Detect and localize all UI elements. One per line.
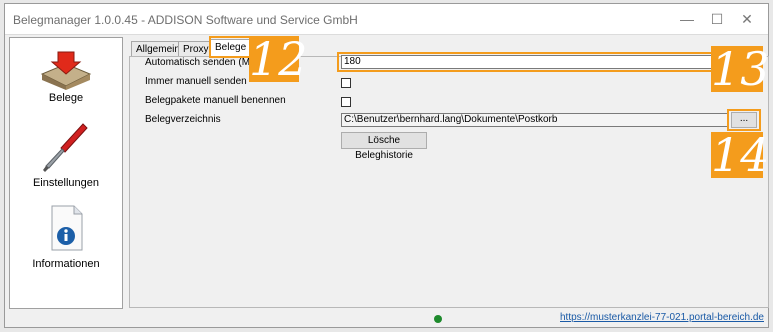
inbox-tray-icon [40, 51, 92, 90]
manual-send-label: Immer manuell senden [145, 76, 247, 87]
tab-allgemein[interactable]: Allgemein [131, 41, 185, 56]
portal-link[interactable]: https://musterkanzlei-77-021.portal-bere… [560, 312, 764, 323]
app-window: Belegmanager 1.0.0.45 - ADDISON Software… [4, 3, 770, 328]
close-button[interactable]: ✕ [732, 8, 762, 30]
sidebar-item-informationen[interactable] [10, 204, 122, 260]
maximize-button[interactable]: ☐ [702, 8, 732, 30]
callout-12: 12 [249, 32, 308, 86]
directory-label: Belegverzeichnis [145, 114, 221, 125]
rename-checkbox[interactable] [341, 97, 351, 107]
callout-12-highlight [209, 36, 251, 58]
connection-status-icon [434, 315, 442, 323]
callout-13-highlight [337, 52, 761, 72]
callout-14: 14 [711, 128, 770, 182]
sidebar: Belege Einstellungen Informationen [9, 37, 123, 309]
settings-panel [129, 56, 769, 308]
screwdriver-icon [43, 123, 88, 172]
info-document-icon [51, 205, 83, 251]
manual-send-checkbox[interactable] [341, 78, 351, 88]
sidebar-item-label: Belege [48, 92, 84, 104]
status-bar: https://musterkanzlei-77-021.portal-bere… [5, 311, 768, 327]
rename-label: Belegpakete manuell benennen [145, 95, 286, 106]
directory-input[interactable]: C:\Benutzer\bernhard.lang\Dokumente\Post… [341, 113, 729, 127]
minimize-button[interactable]: — [672, 8, 702, 30]
sidebar-item-label: Einstellungen [32, 177, 100, 189]
sidebar-item-einstellungen[interactable] [10, 118, 122, 178]
sidebar-item-label: Informationen [32, 258, 100, 270]
title-bar: Belegmanager 1.0.0.45 - ADDISON Software… [5, 4, 768, 35]
clear-history-button[interactable]: Lösche Beleghistorie [341, 132, 427, 161]
window-title: Belegmanager 1.0.0.45 - ADDISON Software… [13, 13, 358, 27]
callout-13: 13 [711, 42, 770, 96]
